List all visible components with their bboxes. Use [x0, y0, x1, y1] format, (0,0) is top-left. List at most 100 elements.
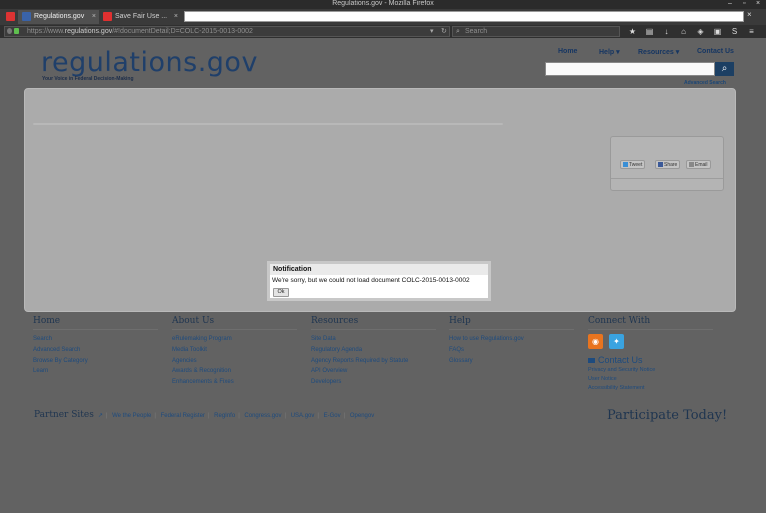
envelope-icon: [689, 162, 694, 168]
footer-link[interactable]: Learn: [33, 366, 158, 377]
tab-regulations[interactable]: Regulations.gov ×: [18, 10, 99, 24]
tweet-button[interactable]: Tweet: [620, 160, 646, 169]
footer-link[interactable]: Developers: [311, 377, 436, 388]
tab-close-icon[interactable]: ×: [92, 10, 96, 24]
footer-col-connect: Connect With ◉ ✦ Contact Us Privacy and S…: [588, 316, 713, 393]
social-icons: ◉ ✦: [588, 334, 713, 350]
site-search-button[interactable]: ⌕: [715, 62, 734, 76]
email-button[interactable]: Email: [686, 160, 711, 169]
share-box: Tweet Share Email: [610, 136, 724, 191]
partner-link[interactable]: USA.gov: [291, 413, 315, 419]
browser-search-bar[interactable]: ⌕ Search: [452, 26, 620, 37]
footer-link[interactable]: Browse By Category: [33, 356, 158, 367]
tweet-label: Tweet: [629, 162, 643, 168]
partner-link[interactable]: We the People: [112, 413, 151, 419]
dropdown-arrow-icon[interactable]: ▾: [430, 27, 434, 36]
footer-link[interactable]: How to use Regulations.gov: [449, 334, 574, 345]
footer-link[interactable]: Enhancements & Fixes: [172, 377, 297, 388]
pocket-icon[interactable]: ▣: [713, 27, 722, 36]
partner-link[interactable]: E-Gov: [324, 413, 341, 419]
contact-us-label: Contact Us: [598, 355, 643, 365]
footer-link[interactable]: Agencies: [172, 356, 297, 367]
footer-link[interactable]: Accessibility Statement: [588, 384, 713, 393]
new-tab-area[interactable]: [184, 11, 744, 22]
footer-link[interactable]: User Notice: [588, 375, 713, 384]
footer-link[interactable]: API Overview: [311, 366, 436, 377]
pinned-tab-mail-icon[interactable]: [6, 12, 15, 21]
maximize-button[interactable]: ▫: [743, 0, 745, 8]
logo-suffix: .gov: [197, 47, 258, 78]
url-path: /#!documentDetail;D=COLC-2015-0013-0002: [112, 28, 253, 35]
footer-link[interactable]: Site Data: [311, 334, 436, 345]
url-host: regulations.gov: [64, 28, 113, 35]
search-placeholder: Search: [465, 28, 488, 35]
participate-today: Participate Today!: [607, 408, 728, 423]
footer-link[interactable]: eRulemaking Program: [172, 334, 297, 345]
reload-icon[interactable]: ↻: [441, 27, 447, 36]
site-search-input[interactable]: [545, 62, 715, 76]
footer-link[interactable]: Privacy and Security Notice: [588, 366, 713, 375]
external-link-icon: ↗: [97, 413, 103, 419]
footer-link[interactable]: Regulatory Agenda: [311, 345, 436, 356]
search-icon: ⌕: [721, 63, 728, 74]
share-label: Share: [664, 162, 678, 168]
footer-col-help: Help How to use Regulations.gov FAQs Glo…: [449, 316, 574, 366]
nav-contact-us[interactable]: Contact Us: [697, 48, 734, 55]
footer-link[interactable]: Search: [33, 334, 158, 345]
footer-heading: Resources: [311, 316, 436, 330]
partner-link[interactable]: Congress.gov: [244, 413, 281, 419]
logo-text: regulations: [41, 47, 198, 78]
footer-col-home: Home Search Advanced Search Browse By Ca…: [33, 316, 158, 377]
tab-save-fair-use[interactable]: Save Fair Use ... ×: [99, 10, 181, 24]
email-label: Email: [695, 162, 708, 168]
facebook-share-button[interactable]: Share: [655, 160, 681, 169]
extension-icon[interactable]: S: [730, 27, 739, 36]
nav-home[interactable]: Home: [558, 48, 577, 55]
minimize-button[interactable]: –: [728, 0, 732, 8]
ok-button[interactable]: Ok: [273, 288, 289, 297]
toolbar-icons: ★ ▤ ↓ ⌂ ◈ ▣ S ≡: [628, 27, 764, 37]
loading-placeholder: [33, 123, 503, 125]
footer-notices: Privacy and Security Notice User Notice …: [588, 366, 713, 393]
notification-dialog: Notification We're sorry, but we could n…: [267, 261, 491, 301]
notification-message: We're sorry, but we could not load docum…: [272, 277, 470, 284]
regulations-favicon-icon: [22, 11, 31, 21]
star-icon[interactable]: ★: [628, 27, 637, 36]
nav-help[interactable]: Help ▾: [599, 48, 620, 56]
footer-link[interactable]: Glossary: [449, 356, 574, 367]
partner-link[interactable]: Federal Register: [161, 413, 205, 419]
close-tab-icon[interactable]: ×: [747, 10, 752, 19]
footer-contact-us[interactable]: Contact Us: [588, 355, 713, 365]
footer-col-resources: Resources Site Data Regulatory Agenda Ag…: [311, 316, 436, 388]
download-icon[interactable]: ↓: [662, 27, 671, 36]
advanced-search-link[interactable]: Advanced Search: [684, 80, 726, 86]
lock-icon[interactable]: [14, 28, 19, 34]
footer-link[interactable]: Advanced Search: [33, 345, 158, 356]
footer-link[interactable]: FAQs: [449, 345, 574, 356]
footer-heading: Help: [449, 316, 574, 330]
tab-close-icon[interactable]: ×: [174, 10, 178, 24]
footer-link[interactable]: Awards & Recognition: [172, 366, 297, 377]
site-logo[interactable]: regulations.gov: [41, 47, 258, 78]
footer-link[interactable]: Media Toolkit: [172, 345, 297, 356]
footer-link[interactable]: Agency Reports Required by Statute: [311, 356, 436, 367]
site-tagline: Your Voice in Federal Decision-Making: [42, 76, 134, 82]
nav-resources[interactable]: Resources ▾: [638, 48, 679, 56]
menu-icon[interactable]: ≡: [747, 27, 756, 36]
shield-icon[interactable]: ◈: [696, 27, 705, 36]
rss-icon[interactable]: ◉: [588, 334, 603, 349]
footer-heading: Home: [33, 316, 158, 330]
twitter-icon[interactable]: ✦: [609, 334, 624, 349]
clipboard-icon[interactable]: ▤: [645, 27, 654, 36]
home-icon[interactable]: ⌂: [679, 27, 688, 36]
partner-sites-bar: Partner Sites ↗ | We the People | Federal R…: [34, 410, 375, 420]
url-bar[interactable]: https://www.regulations.gov/#!documentDe…: [4, 26, 450, 37]
info-icon[interactable]: [7, 28, 12, 34]
window-title: Regulations.gov - Mozilla Firefox: [332, 0, 434, 7]
close-window-button[interactable]: ×: [756, 0, 760, 8]
twitter-icon: [623, 162, 628, 168]
partner-link[interactable]: RegInfo: [214, 413, 235, 419]
window-titlebar: Regulations.gov - Mozilla Firefox – ▫ ×: [0, 0, 766, 9]
footer-col-about: About Us eRulemaking Program Media Toolk…: [172, 316, 297, 388]
partner-link[interactable]: Opengov: [350, 413, 374, 419]
